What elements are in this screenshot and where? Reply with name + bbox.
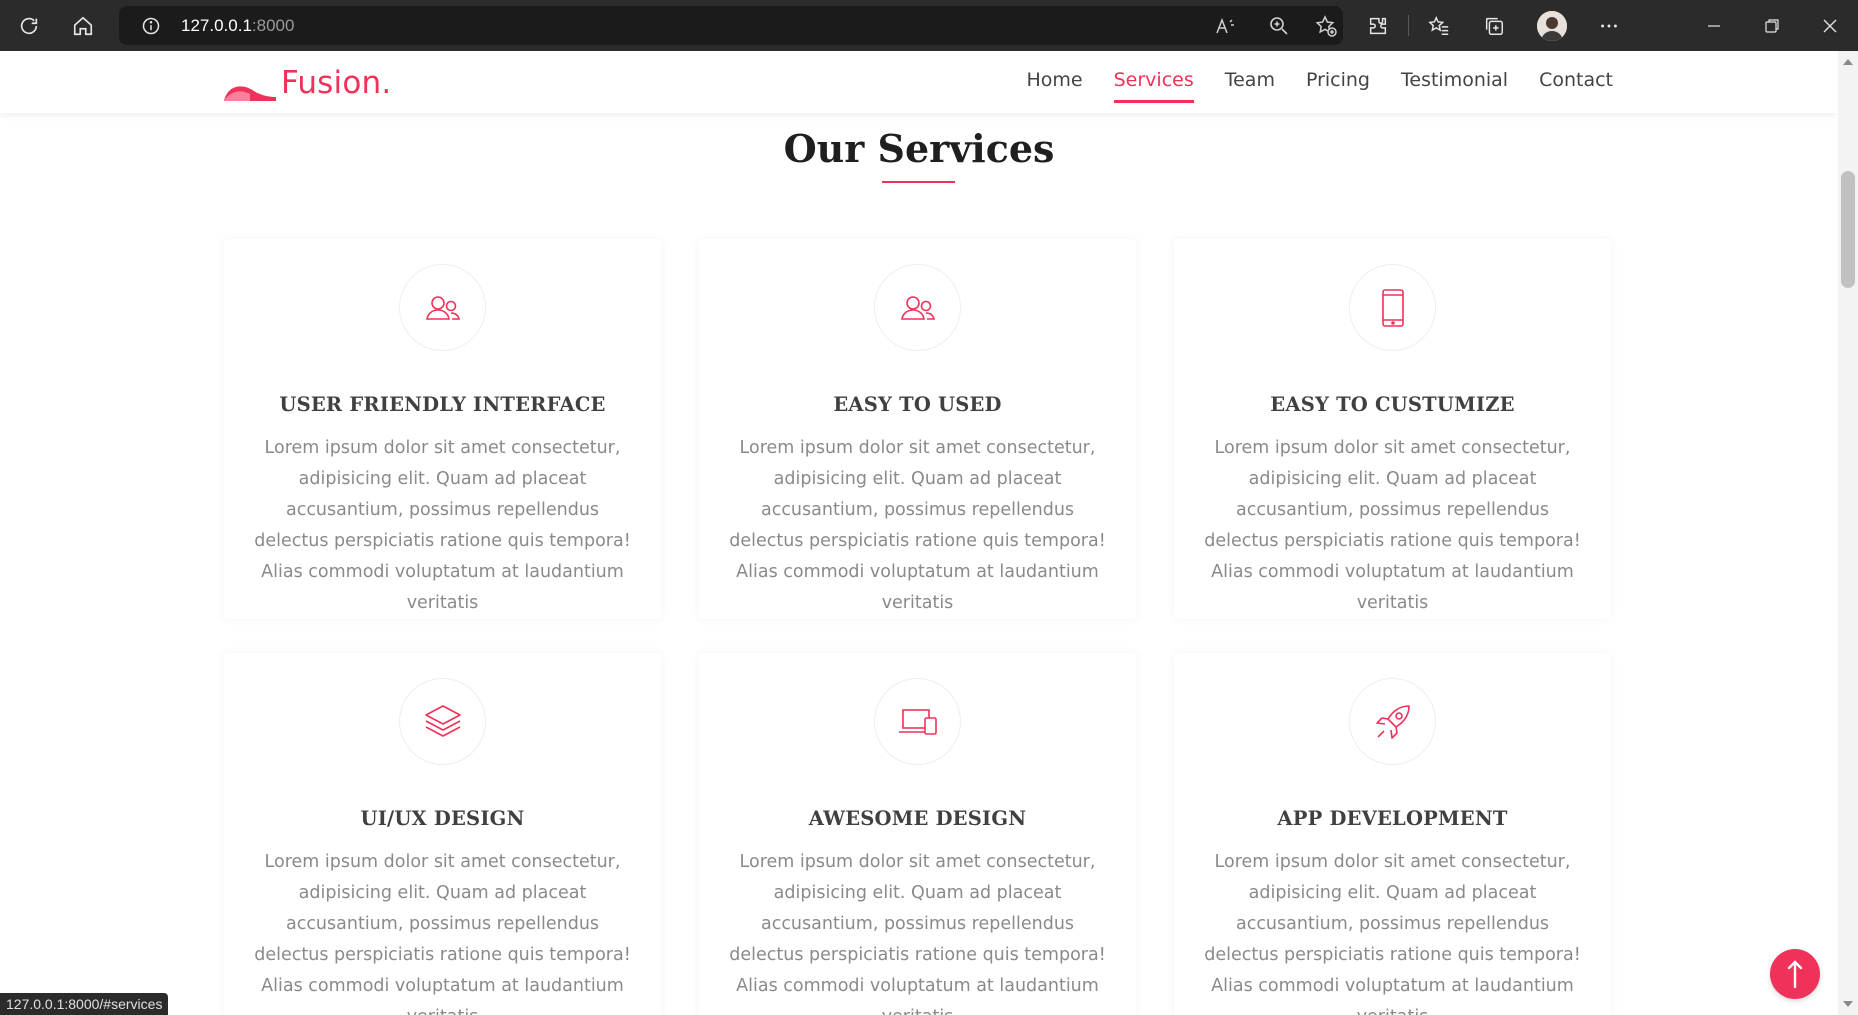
site-info-icon[interactable]	[141, 16, 161, 41]
card-title: UI/UX DESIGN	[360, 807, 525, 830]
card-text: Lorem ipsum dolor sit amet consectetur, …	[1204, 852, 1581, 1015]
card-title: APP DEVELOPMENT	[1277, 807, 1508, 830]
scrollbar-thumb[interactable]	[1841, 171, 1855, 288]
users-icon	[399, 264, 486, 351]
minimize-icon[interactable]	[1692, 0, 1736, 51]
restore-icon[interactable]	[1750, 0, 1794, 51]
rocket-icon	[1349, 678, 1436, 765]
site-header: Fusion. Home Services Team Pricing Testi…	[0, 51, 1838, 113]
layers-icon	[399, 678, 486, 765]
service-card: AWESOME DESIGN Lorem ipsum dolor sit ame…	[699, 653, 1136, 1015]
extensions-icon[interactable]	[1356, 0, 1400, 51]
card-text: Lorem ipsum dolor sit amet consectetur, …	[254, 852, 631, 1015]
card-title: EASY TO CUSTUMIZE	[1270, 393, 1515, 416]
nav-home[interactable]: Home	[1027, 69, 1083, 103]
card-text: Lorem ipsum dolor sit amet consectetur, …	[729, 852, 1106, 1015]
service-card: APP DEVELOPMENT Lorem ipsum dolor sit am…	[1174, 653, 1611, 1015]
logo[interactable]: Fusion.	[224, 65, 391, 101]
toolbar-separator	[1408, 15, 1409, 36]
card-text: Lorem ipsum dolor sit amet consectetur, …	[254, 438, 631, 613]
logo-text: Fusion.	[281, 65, 392, 101]
status-bar-url: 127.0.0.1:8000/#services	[0, 993, 169, 1015]
browser-toolbar: 127.0.0.1:8000	[0, 0, 1858, 51]
smartphone-icon	[1349, 264, 1436, 351]
more-options-icon[interactable]	[1587, 0, 1631, 51]
service-card: UI/UX DESIGN Lorem ipsum dolor sit amet …	[224, 653, 661, 1015]
collections-icon[interactable]	[1472, 0, 1516, 51]
page-viewport: Fusion. Home Services Team Pricing Testi…	[0, 51, 1838, 1015]
card-text: Lorem ipsum dolor sit amet consectetur, …	[729, 438, 1106, 613]
title-underline	[882, 181, 955, 183]
scroll-down-icon[interactable]	[1843, 1001, 1853, 1007]
zoom-icon[interactable]	[1267, 14, 1291, 38]
nav-team[interactable]: Team	[1225, 69, 1275, 103]
profile-avatar[interactable]	[1537, 11, 1567, 41]
back-to-top-button[interactable]	[1770, 949, 1820, 999]
card-title: USER FRIENDLY INTERFACE	[279, 393, 606, 416]
home-icon[interactable]	[61, 0, 105, 51]
nav-testimonial[interactable]: Testimonial	[1401, 69, 1508, 103]
card-title: EASY TO USED	[833, 393, 1002, 416]
section-title: Our Services	[783, 126, 1055, 171]
service-card: USER FRIENDLY INTERFACE Lorem ipsum dolo…	[224, 239, 661, 619]
add-favorite-icon[interactable]	[1314, 14, 1338, 38]
close-icon[interactable]	[1808, 0, 1852, 51]
arrow-up-icon	[1787, 960, 1803, 989]
service-card: EASY TO USED Lorem ipsum dolor sit amet …	[699, 239, 1136, 619]
nav-contact[interactable]: Contact	[1539, 69, 1613, 103]
users-icon	[874, 264, 961, 351]
main-nav: Home Services Team Pricing Testimonial C…	[996, 69, 1613, 103]
card-title: AWESOME DESIGN	[808, 807, 1027, 830]
logo-mark-icon	[224, 86, 276, 101]
address-bar[interactable]: 127.0.0.1:8000	[119, 6, 1343, 45]
read-aloud-icon[interactable]	[1213, 14, 1237, 38]
nav-services[interactable]: Services	[1113, 69, 1194, 103]
card-text: Lorem ipsum dolor sit amet consectetur, …	[1204, 438, 1581, 613]
service-card: EASY TO CUSTUMIZE Lorem ipsum dolor sit …	[1174, 239, 1611, 619]
favorites-icon[interactable]	[1417, 0, 1461, 51]
url-text: 127.0.0.1:8000	[181, 16, 295, 35]
devices-icon	[874, 678, 961, 765]
vertical-scrollbar[interactable]	[1838, 51, 1858, 1015]
scroll-up-icon[interactable]	[1843, 59, 1853, 65]
nav-pricing[interactable]: Pricing	[1306, 69, 1370, 103]
refresh-icon[interactable]	[7, 0, 51, 51]
